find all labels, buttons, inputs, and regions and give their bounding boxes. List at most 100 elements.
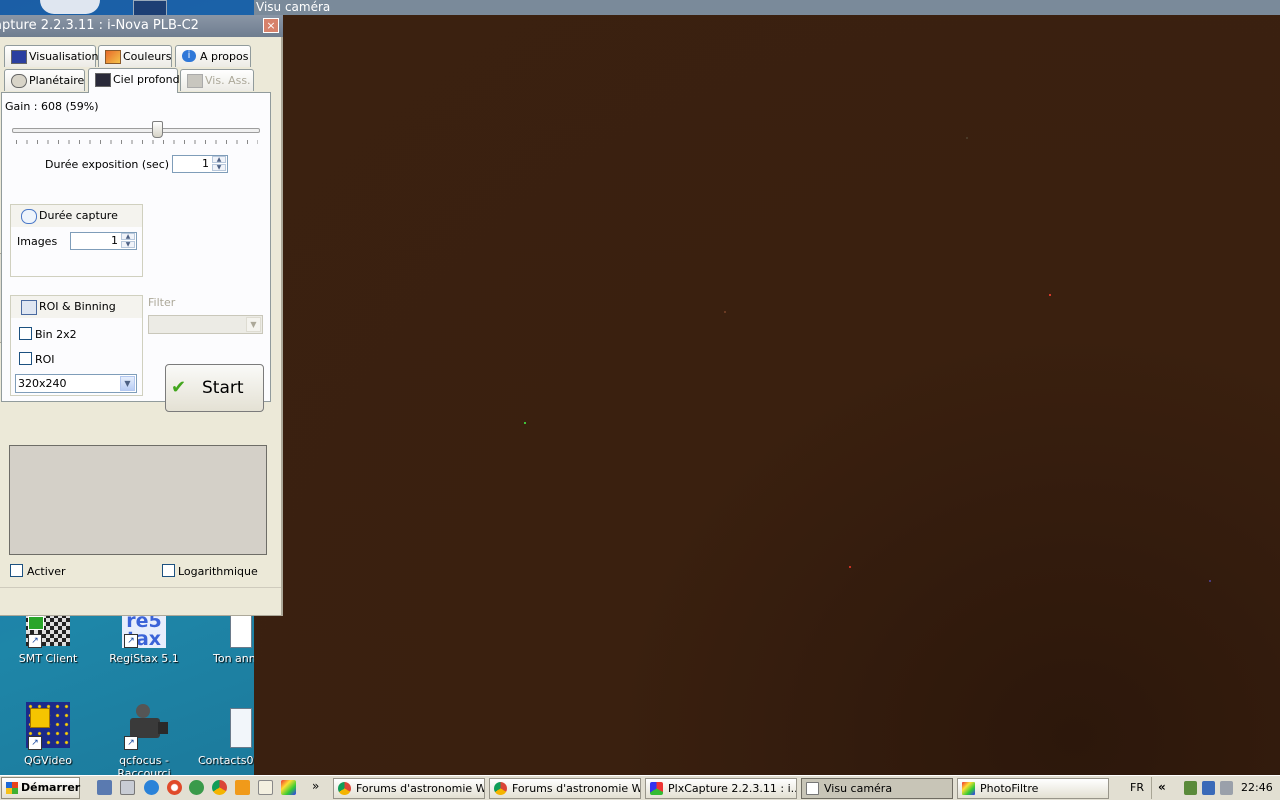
gain-slider-track[interactable] xyxy=(12,128,260,133)
task-plxcapture[interactable]: PlxCapture 2.2.3.11 : i... xyxy=(645,778,797,799)
document-icon xyxy=(230,612,252,648)
status-bar xyxy=(0,587,281,615)
safely-remove-icon[interactable] xyxy=(1184,781,1197,795)
globe-icon[interactable] xyxy=(189,780,204,795)
chevron-down-icon[interactable]: ▼ xyxy=(246,317,261,332)
tab-label: Planétaire xyxy=(29,74,85,87)
window-icon xyxy=(806,782,819,795)
registax-icon: re5 tax ↗ xyxy=(120,612,168,649)
tab-label: Vis. Ass. xyxy=(205,74,251,87)
resolution-select[interactable]: 320x240 ▼ xyxy=(15,374,137,393)
deep-sky-icon xyxy=(95,73,111,87)
gain-slider-thumb[interactable] xyxy=(152,121,164,138)
tab-a-propos[interactable]: i A propos xyxy=(175,45,251,67)
task-photofiltre[interactable]: PhotoFiltre xyxy=(957,778,1109,799)
task-forums-2[interactable]: Forums d'astronomie W... xyxy=(489,778,641,799)
spin-down-icon[interactable]: ▼ xyxy=(121,241,135,248)
start-button[interactable]: ✔ Start xyxy=(165,364,264,412)
desktop-icon-label: QGVideo xyxy=(23,754,72,767)
lifebuoy-icon[interactable] xyxy=(167,780,182,795)
tab-label: A propos xyxy=(200,50,249,63)
bin-2x2-label: Bin 2x2 xyxy=(35,328,77,341)
task-label: Visu caméra xyxy=(824,782,893,795)
exposure-spinner[interactable]: 1 ▲ ▼ xyxy=(172,155,228,173)
smt-client-icon: ↗ xyxy=(24,612,72,648)
desktop-icon-label: SMT Client xyxy=(18,652,78,665)
desktop-icon-qgvideo[interactable]: ↗ QGVideo xyxy=(0,700,96,767)
star xyxy=(524,422,526,424)
calculator-icon[interactable] xyxy=(120,780,135,795)
roi-checkbox[interactable] xyxy=(19,352,32,365)
palette-icon xyxy=(105,50,121,64)
star xyxy=(849,566,851,568)
tab-ciel-profond[interactable]: Ciel profond xyxy=(88,68,180,93)
desktop-icon-label: RegiStax 5.1 xyxy=(109,652,179,665)
text-editor-icon[interactable] xyxy=(258,780,273,795)
spin-down-icon[interactable]: ▼ xyxy=(212,164,226,171)
tab-label: Ciel profond xyxy=(113,73,180,86)
desktop-icon-registax[interactable]: re5 tax ↗ RegiStax 5.1 xyxy=(96,612,192,666)
task-label: PhotoFiltre xyxy=(980,782,1039,795)
chrome-icon[interactable] xyxy=(212,780,227,795)
group-title: Durée capture xyxy=(39,209,118,222)
photofiltre-quick-icon[interactable] xyxy=(281,780,296,795)
star xyxy=(966,137,968,139)
activate-checkbox[interactable] xyxy=(10,564,23,577)
volume-icon[interactable] xyxy=(1220,781,1233,795)
clock: 22:46 xyxy=(1241,781,1273,794)
capture-title: apture 2.2.3.11 : i-Nova PLB-C2 xyxy=(0,18,199,33)
media-player-icon[interactable] xyxy=(235,780,250,795)
task-visu-camera[interactable]: Visu caméra xyxy=(801,778,953,799)
images-value: 1 xyxy=(111,234,118,247)
desktop-icon-label: Ton ann xyxy=(213,652,256,665)
chrome-icon xyxy=(494,782,507,795)
capture-duration-header: Durée capture xyxy=(11,205,142,227)
ciel-profond-panel: Gain : 608 (59%) Durée exposition (sec) … xyxy=(1,92,271,412)
close-button[interactable]: × xyxy=(263,18,279,33)
spin-up-icon[interactable]: ▲ xyxy=(121,233,135,240)
tab-visualisation[interactable]: Visualisation xyxy=(4,45,99,67)
resolution-value: 320x240 xyxy=(18,377,67,390)
filter-select[interactable]: ▼ xyxy=(148,315,263,334)
roi-binning-header: ROI & Binning xyxy=(11,296,142,318)
windows-logo-icon xyxy=(6,782,18,794)
chevron-down-icon[interactable]: ▼ xyxy=(120,376,135,391)
histogram-area xyxy=(9,445,267,555)
taskbar: Démarrer » Forums d'astronomie W... Foru… xyxy=(0,775,1280,800)
info-icon: i xyxy=(182,50,196,62)
tray-expand-icon[interactable]: « xyxy=(1158,780,1166,794)
gain-label: Gain : 608 (59%) xyxy=(5,100,99,113)
tab-vis-ass[interactable]: Vis. Ass. xyxy=(180,69,254,91)
activate-label: Activer xyxy=(27,565,66,578)
qgvideo-icon: ↗ xyxy=(24,700,72,750)
tab-label: Visualisation xyxy=(29,50,99,63)
roi-binning-group: ROI & Binning Bin 2x2 ROI 320x240 ▼ xyxy=(10,295,143,396)
bin-2x2-checkbox[interactable] xyxy=(19,327,32,340)
camera-view-window: Visu caméra xyxy=(254,0,1280,775)
clock-icon xyxy=(21,209,37,224)
desktop-icon-document[interactable]: Ton ann xyxy=(190,612,260,665)
desktop-decoration xyxy=(40,0,100,14)
desktop-icon-contacts[interactable]: Contacts05 xyxy=(190,700,261,767)
tab-couleurs[interactable]: Couleurs xyxy=(98,45,172,67)
language-indicator[interactable]: FR xyxy=(1130,781,1144,794)
tab-planetaire[interactable]: Planétaire xyxy=(4,69,85,91)
task-label: Forums d'astronomie W... xyxy=(512,782,641,795)
network-icon[interactable] xyxy=(1202,781,1215,795)
desktop-icon-qcfocus[interactable]: ↗ qcfocus - Raccourci xyxy=(96,700,192,780)
logarithmic-checkbox[interactable] xyxy=(162,564,175,577)
task-label: PlxCapture 2.2.3.11 : i... xyxy=(668,782,797,795)
camera-image xyxy=(254,15,1280,775)
internet-explorer-icon[interactable] xyxy=(144,780,159,795)
show-desktop-icon[interactable] xyxy=(97,780,112,795)
start-label: Start xyxy=(202,378,244,398)
capture-title-bar[interactable]: apture 2.2.3.11 : i-Nova PLB-C2 × xyxy=(0,15,283,37)
filter-label: Filter xyxy=(148,296,176,309)
desktop-icon-smt-client[interactable]: ↗ SMT Client xyxy=(0,612,96,665)
images-spinner[interactable]: 1 ▲ ▼ xyxy=(70,232,137,250)
spin-up-icon[interactable]: ▲ xyxy=(212,156,226,163)
start-button-taskbar[interactable]: Démarrer xyxy=(1,777,80,799)
quick-launch-more-icon[interactable]: » xyxy=(312,779,319,793)
task-forums-1[interactable]: Forums d'astronomie W... xyxy=(333,778,485,799)
star xyxy=(1209,580,1211,582)
